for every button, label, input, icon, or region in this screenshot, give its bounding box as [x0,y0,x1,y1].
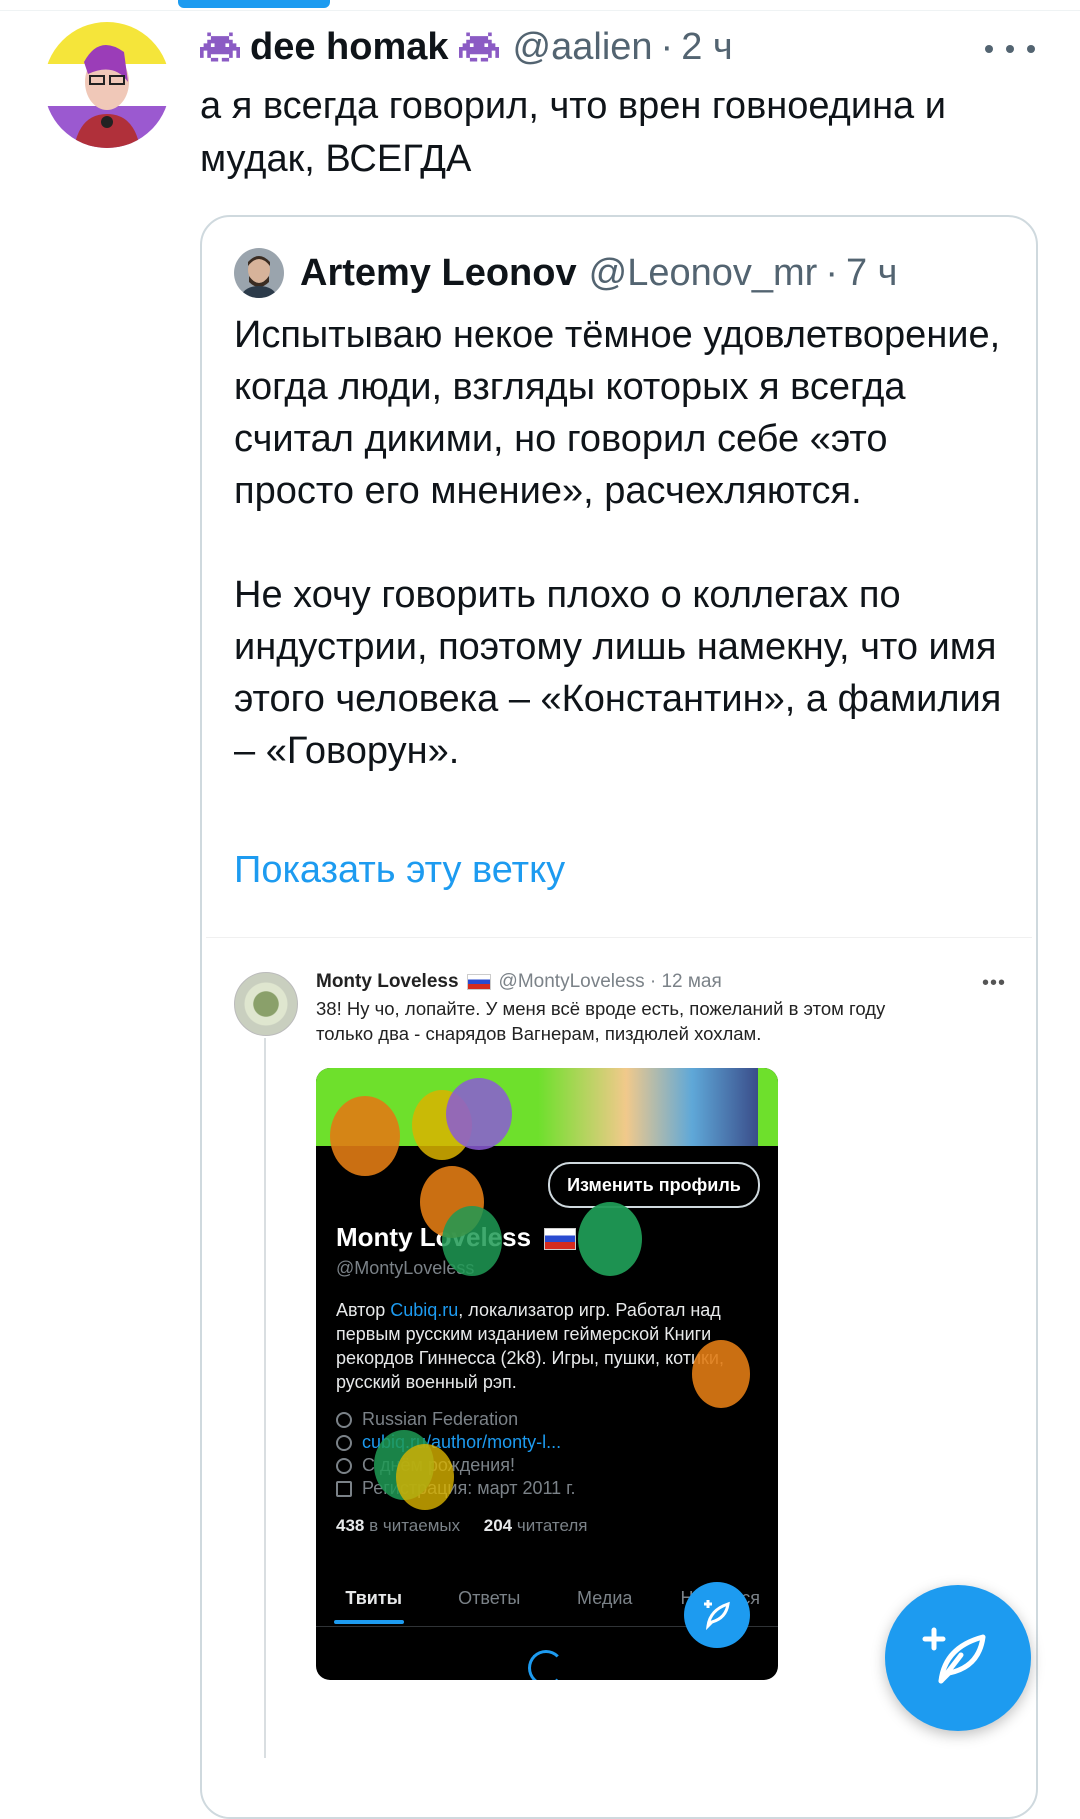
bio-link: Cubiq.ru [390,1300,459,1320]
following-label: в читаемых [369,1516,461,1535]
thread-line [264,1038,266,1758]
avatar [234,248,284,298]
location: Russian Federation [362,1409,519,1429]
embedded-tweet-text: 38! Ну чо, лопайте. У меня всё вроде ест… [316,998,886,1044]
russia-flag-icon [466,974,491,990]
tweet-text: а я всегда говорил, что врен говноедина … [200,85,946,180]
dot-icon [985,45,993,53]
profile-screenshot: Изменить профиль Monty Loveless @MontyLo… [316,1068,778,1680]
separator-dot: · [660,25,674,68]
top-scroll-indicator [178,0,330,8]
balloon-icon [336,1457,352,1474]
timestamp[interactable]: 2 ч [681,26,733,69]
bio-prefix: Автор [336,1300,391,1320]
space-invader-icon [458,32,499,62]
balloon-decoration [330,1096,400,1176]
embedded-tweet-header: Monty Loveless @MontyLoveless · 12 мая [316,971,722,993]
followers-label: читателя [516,1516,588,1535]
space-invader-icon [200,32,240,62]
compose-tweet-icon [922,1627,986,1684]
avatar [234,972,298,1036]
display-name: Monty Loveless [316,971,459,992]
quoted-tweet-card[interactable]: Artemy Leonov @Leonov_mr · 7 ч Испытываю… [200,215,1038,1819]
more-options-icon[interactable] [985,34,1035,64]
location-row: Russian Federation [336,1408,756,1431]
quoted-paragraph: Испытываю некое тёмное удовлетворение, к… [234,314,1001,512]
link-icon [336,1434,352,1451]
compose-icon [684,1582,750,1648]
show-thread-link[interactable]: Показать эту ветку [234,849,565,892]
compose-tweet-button[interactable] [885,1585,1031,1731]
timestamp: 7 ч [845,251,898,294]
display-name[interactable]: dee homak [250,26,449,69]
balloon-decoration [446,1078,512,1150]
following-count: 438 [336,1516,365,1535]
tweet-header: dee homak @aalien · 2 ч [200,22,733,72]
banner-artwork [538,1068,758,1146]
dot-icon [1027,45,1035,53]
user-handle[interactable]: @aalien [513,26,653,69]
balloon-decoration [442,1206,502,1276]
separator-dot: · [825,251,838,294]
balloon-decoration [692,1340,750,1408]
user-handle: @Leonov_mr [588,251,818,294]
handle-and-date: @MontyLoveless · 12 мая [498,971,722,992]
quoted-tweet-text: Испытываю некое тёмное удовлетворение, к… [234,309,1014,777]
loading-spinner-icon [528,1650,564,1680]
quoted-paragraph: Не хочу говорить плохо о коллегах по инд… [234,574,1002,772]
follow-stats: 438 в читаемых 204 читателя [336,1516,588,1536]
divider [0,10,1080,11]
tab-media: Медиа [577,1588,633,1608]
followers-count: 204 [483,1516,513,1535]
calendar-icon [336,1480,352,1497]
location-icon [336,1411,352,1428]
balloon-decoration [578,1202,642,1276]
avatar[interactable] [44,22,170,148]
quoted-tweet-header: Artemy Leonov @Leonov_mr · 7 ч [234,247,897,299]
active-tab-indicator [334,1620,404,1624]
edit-profile-button: Изменить профиль [548,1162,760,1208]
tab-replies: Ответы [458,1588,521,1608]
display-name: Artemy Leonov [300,251,577,294]
russia-flag-icon [544,1228,577,1251]
balloon-decoration [396,1444,454,1510]
dot-icon [1006,45,1014,53]
tab-tweets: Твиты [345,1588,403,1608]
more-options-icon: ••• [982,972,1007,994]
